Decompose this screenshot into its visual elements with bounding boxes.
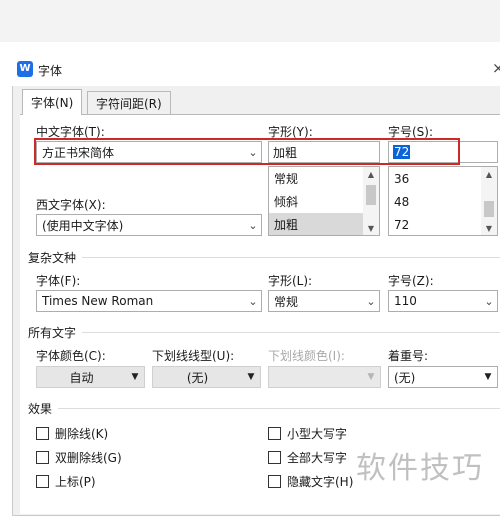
triangle-down-icon: ▼ (367, 372, 375, 382)
checkbox-box[interactable] (36, 451, 49, 464)
complex-size-value: 110 (394, 294, 417, 308)
title-bar (12, 56, 500, 86)
size-listbox[interactable]: 36 48 72 ▲ ▼ (388, 166, 498, 236)
size-input-value: 72 (393, 145, 411, 159)
underline-color-label: 下划线颜色(I): (268, 349, 345, 363)
chevron-down-icon[interactable]: ⌄ (245, 146, 261, 159)
chevron-down-icon[interactable]: ⌄ (481, 295, 497, 308)
hidden-text-checkbox[interactable]: 隐藏文字(H) (268, 473, 353, 490)
checkbox-box[interactable] (36, 475, 49, 488)
font-color-dropdown[interactable]: 自动 ▼ (36, 366, 145, 388)
underline-style-label: 下划线线型(U): (152, 349, 235, 363)
checkbox-label: 双删除线(G) (55, 451, 122, 465)
chinese-font-value: 方正书宋简体 (42, 145, 115, 160)
wps-app-icon: W (17, 61, 33, 77)
complex-font-value: Times New Roman (42, 294, 154, 308)
style-label: 字形(Y): (268, 125, 313, 139)
western-font-value: (使用中文字体) (42, 218, 124, 233)
triangle-down-icon[interactable]: ▼ (126, 372, 144, 382)
watermark: 软件技巧 (356, 451, 484, 486)
complex-style-label: 字形(L): (268, 274, 313, 288)
western-font-label: 西文字体(X): (36, 198, 106, 212)
complex-font-label: 字体(F): (36, 274, 81, 288)
scroll-thumb[interactable] (366, 185, 376, 205)
checkbox-box[interactable] (36, 427, 49, 440)
underline-color-dropdown: ▼ (268, 366, 381, 388)
font-color-value: 自动 (69, 370, 94, 385)
checkbox-box[interactable] (268, 475, 281, 488)
chinese-font-combo[interactable]: 方正书宋简体 ⌄ (36, 141, 262, 163)
section-title-complex: 复杂文种 (28, 251, 77, 265)
tab-char-spacing[interactable]: 字符间距(R) (87, 91, 171, 115)
checkbox-label: 全部大写字 (287, 451, 348, 465)
section-title-all-text: 所有文字 (28, 326, 77, 340)
font-color-label: 字体颜色(C): (36, 349, 106, 363)
scroll-thumb[interactable] (484, 201, 494, 217)
complex-style-value: 常规 (274, 294, 299, 309)
triangle-down-icon[interactable]: ▼ (363, 221, 379, 235)
complex-style-combo[interactable]: 常规 ⌄ (268, 290, 380, 312)
close-icon[interactable]: × (492, 59, 500, 77)
underline-style-dropdown[interactable]: (无) ▼ (152, 366, 261, 388)
double-strikethrough-checkbox[interactable]: 双删除线(G) (36, 449, 122, 466)
triangle-down-icon[interactable]: ▼ (479, 372, 497, 382)
checkbox-box[interactable] (268, 451, 281, 464)
divider (82, 332, 500, 333)
checkbox-label: 隐藏文字(H) (287, 475, 354, 489)
checkbox-label: 上标(P) (55, 475, 96, 489)
chevron-down-icon[interactable]: ⌄ (363, 295, 379, 308)
small-caps-checkbox[interactable]: 小型大写字 (268, 425, 347, 442)
emphasis-dropdown[interactable]: (无) ▼ (388, 366, 498, 388)
size-label: 字号(S): (388, 125, 434, 139)
complex-size-label: 字号(Z): (388, 274, 434, 288)
checkbox-label: 小型大写字 (287, 427, 348, 441)
divider (82, 257, 500, 258)
triangle-down-icon[interactable]: ▼ (242, 372, 260, 382)
emphasis-label: 着重号: (388, 349, 429, 363)
section-title-effects: 效果 (28, 402, 53, 416)
tab-font[interactable]: 字体(N) (22, 89, 83, 115)
triangle-down-icon[interactable]: ▼ (481, 221, 497, 235)
superscript-checkbox[interactable]: 上标(P) (36, 473, 96, 490)
checkbox-box[interactable] (268, 427, 281, 440)
triangle-up-icon[interactable]: ▲ (363, 167, 379, 181)
style-input[interactable]: 加粗 (268, 141, 380, 163)
size-scrollbar[interactable]: ▲ ▼ (481, 167, 497, 235)
background-top (0, 0, 500, 42)
all-caps-checkbox[interactable]: 全部大写字 (268, 449, 347, 466)
style-input-value: 加粗 (273, 145, 298, 160)
style-scrollbar[interactable]: ▲ ▼ (363, 167, 379, 235)
complex-size-combo[interactable]: 110 ⌄ (388, 290, 498, 312)
emphasis-value: (无) (394, 370, 416, 385)
chevron-down-icon[interactable]: ⌄ (245, 295, 261, 308)
checkbox-label: 删除线(K) (55, 427, 109, 441)
underline-style-value: (无) (186, 370, 209, 385)
strikethrough-checkbox[interactable]: 删除线(K) (36, 425, 108, 442)
complex-font-combo[interactable]: Times New Roman ⌄ (36, 290, 262, 312)
dialog-title: 字体 (38, 64, 63, 78)
divider (58, 408, 500, 409)
triangle-up-icon[interactable]: ▲ (481, 167, 497, 181)
size-input[interactable]: 72 (388, 141, 498, 163)
chevron-down-icon[interactable]: ⌄ (245, 219, 261, 232)
style-listbox[interactable]: 常规 倾斜 加粗 ▲ ▼ (268, 166, 380, 236)
chinese-font-label: 中文字体(T): (36, 125, 105, 139)
western-font-combo[interactable]: (使用中文字体) ⌄ (36, 214, 262, 236)
